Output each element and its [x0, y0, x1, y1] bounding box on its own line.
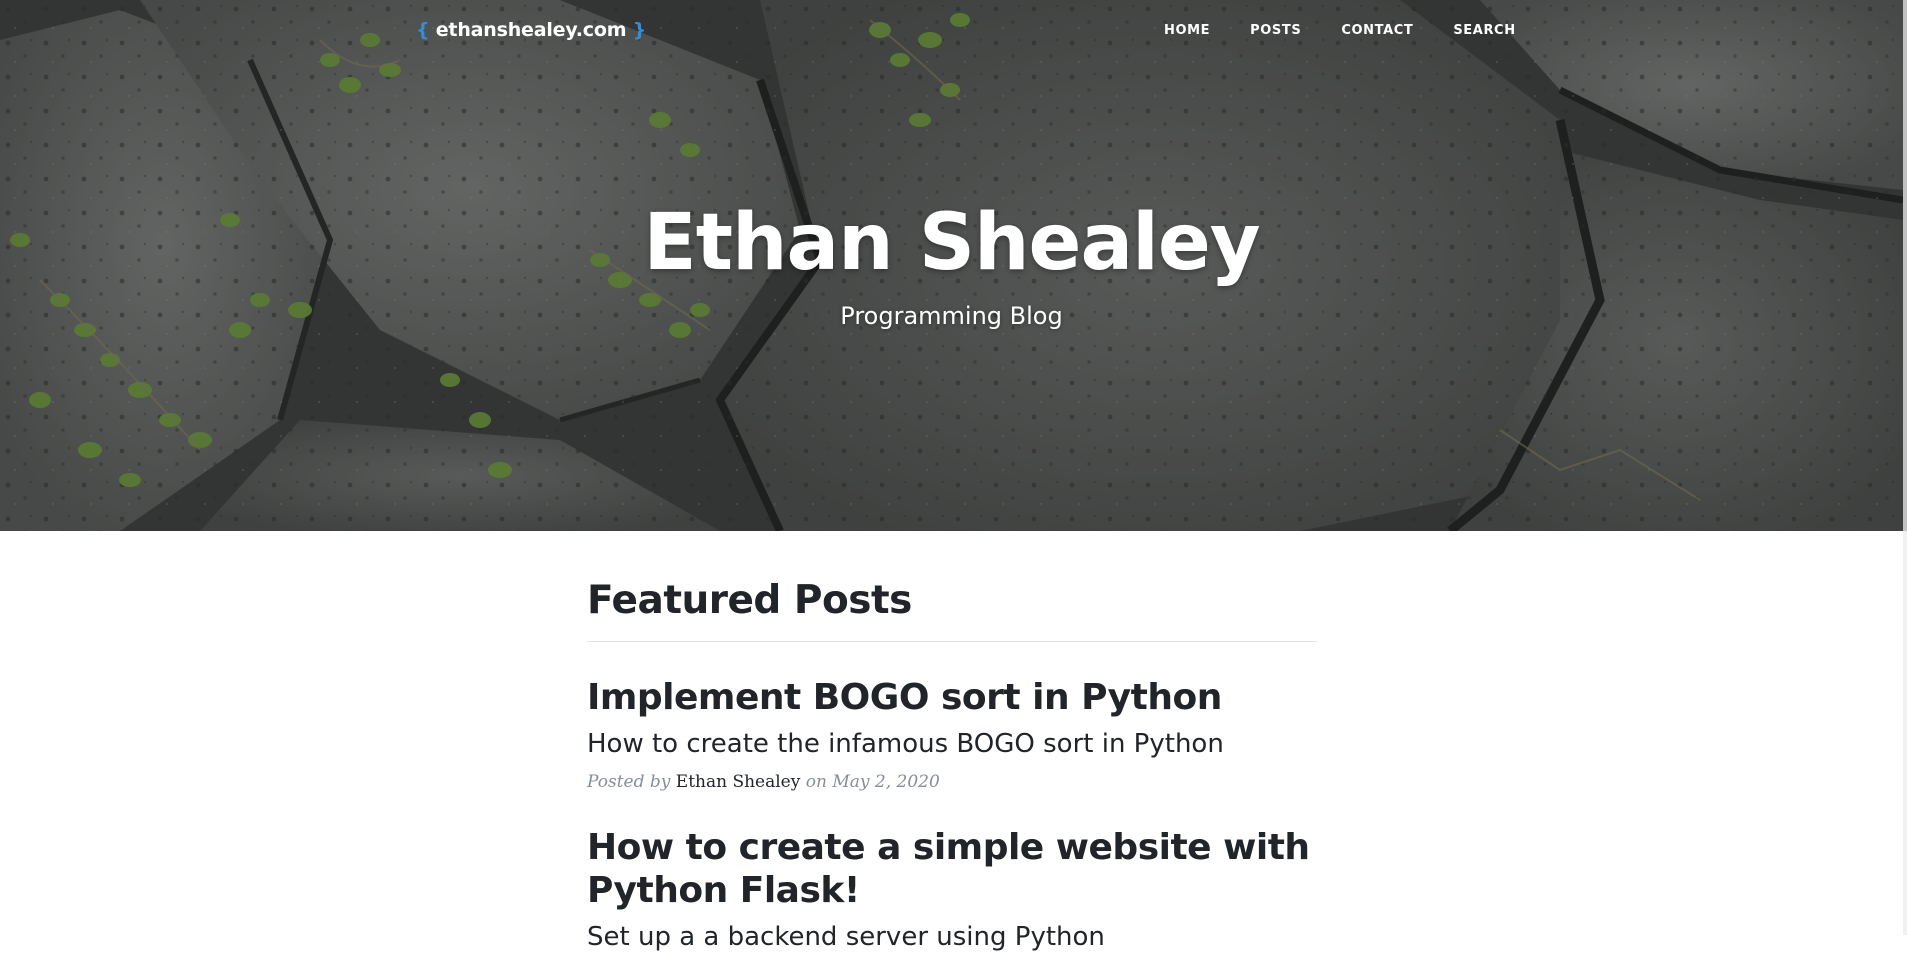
section-divider	[587, 640, 1317, 642]
post-meta-on: on	[805, 771, 827, 792]
brand-open-brace: {	[416, 19, 430, 41]
hero-subtitle: Programming Blog	[840, 302, 1063, 330]
post-meta: Posted by Ethan Shealey on May 2, 2020	[587, 772, 1317, 792]
post-subtitle[interactable]: Set up a a backend server using Python	[587, 920, 1317, 954]
site-brand-link[interactable]: { ethanshealey.com }	[416, 19, 646, 41]
post-date: May 2, 2020	[832, 771, 940, 792]
featured-posts-heading: Featured Posts	[587, 578, 912, 623]
post-subtitle[interactable]: How to create the infamous BOGO sort in …	[587, 727, 1317, 761]
nav-links: HOME POSTS CONTACT SEARCH	[1164, 23, 1516, 38]
nav-link-contact[interactable]: CONTACT	[1341, 23, 1413, 38]
post-preview: Implement BOGO sort in Python How to cre…	[587, 676, 1317, 792]
navbar: { ethanshealey.com } HOME POSTS CONTACT …	[0, 0, 1903, 64]
post-title-link[interactable]: Implement BOGO sort in Python	[587, 676, 1317, 719]
post-meta-prefix: Posted by	[587, 771, 671, 792]
brand-text: ethanshealey.com	[435, 19, 627, 41]
page-scrollbar-thumb[interactable]	[1903, 0, 1907, 531]
post-author-link[interactable]: Ethan Shealey	[676, 772, 801, 792]
post-title-link[interactable]: How to create a simple website with Pyth…	[587, 826, 1317, 912]
hero-header: { ethanshealey.com } HOME POSTS CONTACT …	[0, 0, 1903, 531]
nav-link-home[interactable]: HOME	[1164, 23, 1210, 38]
brand-close-brace: }	[632, 19, 647, 41]
nav-link-posts[interactable]: POSTS	[1250, 23, 1301, 38]
featured-posts-section: Featured Posts Implement BOGO sort in Py…	[587, 578, 1317, 954]
nav-link-search[interactable]: SEARCH	[1453, 23, 1515, 38]
hero-title: Ethan Shealey	[643, 198, 1260, 288]
